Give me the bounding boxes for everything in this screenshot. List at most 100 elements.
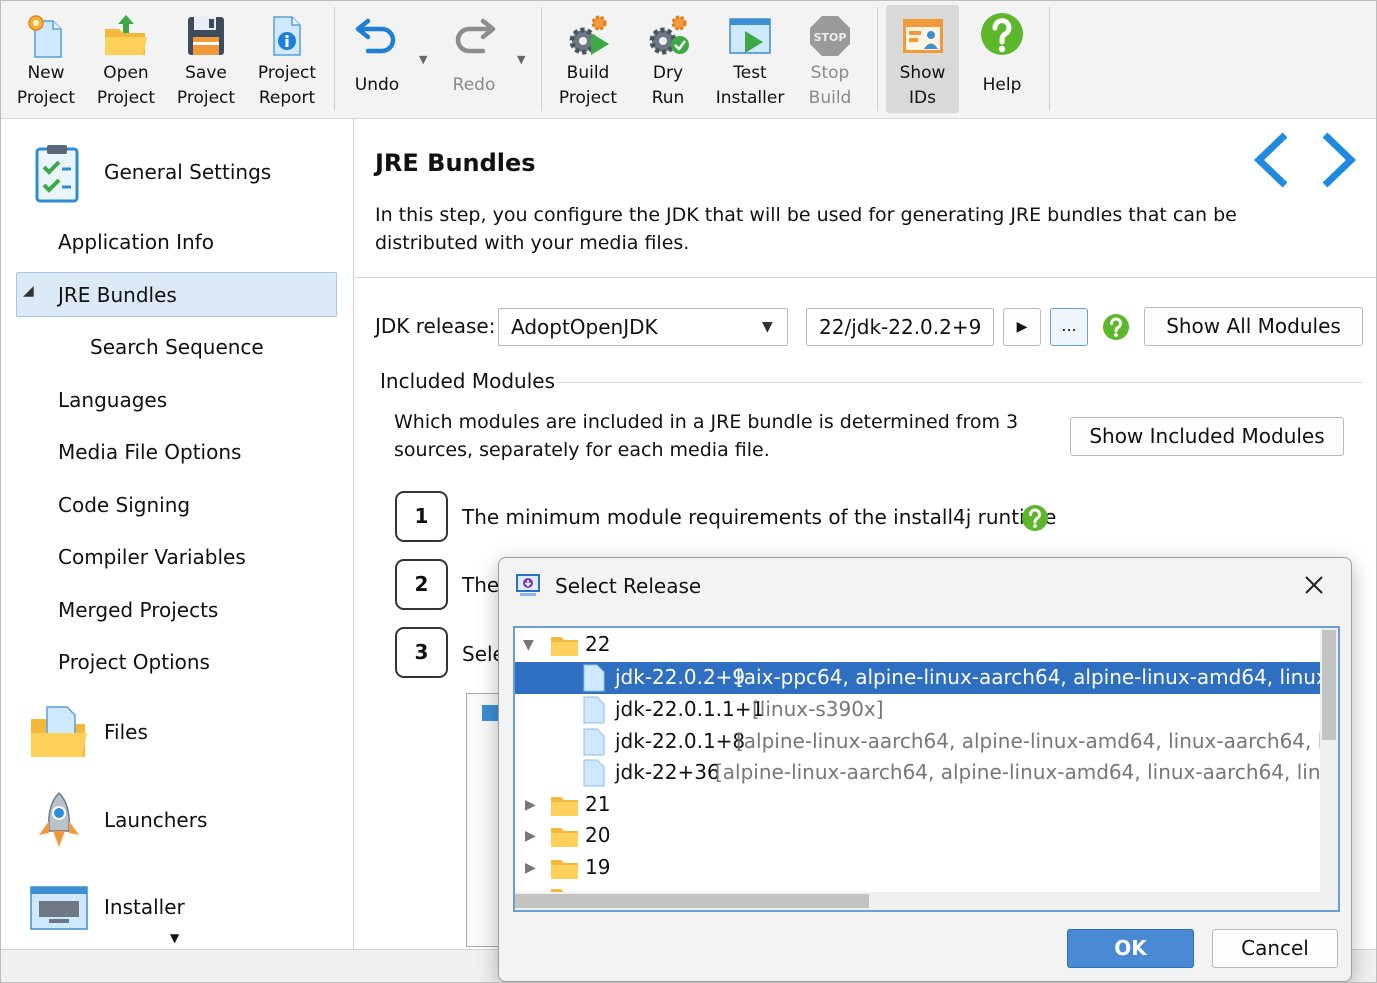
open-label-2: Project [96,88,156,108]
sidebar-item-code-signing[interactable]: Code Signing [58,493,190,517]
new-label-2: Project [16,88,76,108]
test-installer-button[interactable]: Test Installer [708,5,792,113]
report-label-1: Project [257,63,317,83]
save-project-button[interactable]: Save Project [166,5,246,113]
show-all-modules-button[interactable]: Show All Modules [1144,307,1363,346]
open-project-button[interactable]: Open Project [86,5,166,113]
help-icon [981,13,1023,55]
release-row-selected[interactable]: jdk-22.0.2+9 [aix-ppc64, alpine-linux-aa… [515,662,1338,694]
new-project-button[interactable]: New Project [6,5,86,113]
test-label-1: Test [733,63,767,83]
collapsed-triangle-icon[interactable]: ▶ [525,821,536,852]
folder-icon [551,797,578,816]
release-name: jdk-22+36 [615,760,720,784]
test-label-2: Installer [715,88,785,108]
release-row[interactable]: jdk-22.0.1.1+1 [linux-s390x] [515,694,1320,726]
vertical-scrollbar-thumb[interactable] [1322,630,1336,740]
sidebar-item-jre-bundles[interactable]: JRE Bundles [58,283,177,307]
cancel-button[interactable]: Cancel [1212,929,1338,968]
sidebar-item-merged-projects[interactable]: Merged Projects [58,598,218,622]
sidebar-item-application-info[interactable]: Application Info [58,230,214,254]
sidebar-launchers[interactable]: Launchers [104,808,207,832]
undo-button[interactable]: Undo [339,5,415,113]
ok-button[interactable]: OK [1067,929,1194,968]
sidebar-item-compiler-variables[interactable]: Compiler Variables [58,545,246,569]
scroll-down-arrow-icon[interactable]: ▼ [170,931,179,945]
tree-folder-22[interactable]: ▼ 22 [515,629,1320,661]
help-button[interactable]: Help [964,5,1040,113]
forward-arrow-icon[interactable] [1319,131,1359,189]
help-icon[interactable] [1102,313,1130,341]
build-project-button[interactable]: Build Project [548,5,628,113]
step-2-text: The [462,573,500,597]
folder-icon [551,860,578,879]
page-title: JRE Bundles [375,149,536,177]
vertical-scrollbar[interactable] [1320,628,1338,892]
stop-build-button[interactable]: STOP Stop Build [792,5,868,113]
sidebar-item-media-file-options[interactable]: Media File Options [58,440,241,464]
show-ids-button[interactable]: Show IDs [886,5,959,113]
description-line-1: In this step, you configure the JDK that… [375,204,1237,226]
collapse-triangle-icon[interactable]: ◢ [23,283,34,299]
step-1-text: The minimum module requirements of the i… [462,505,1057,529]
browse-button[interactable]: ... [1050,308,1088,346]
dry-run-button[interactable]: Dry Run [628,5,708,113]
new-project-icon [28,15,62,58]
release-file-icon [583,696,605,724]
show-ids-icon [902,19,943,53]
sidebar-item-search-sequence[interactable]: Search Sequence [90,335,264,359]
horizontal-scrollbar-thumb[interactable] [515,894,869,908]
sidebar-general-settings[interactable]: General Settings [104,160,271,184]
help-icon[interactable] [1021,504,1049,532]
release-row[interactable]: jdk-22.0.1+8 [alpine-linux-aarch64, alpi… [515,726,1338,758]
toolbar-separator [334,7,335,111]
play-arrow-button[interactable]: ▶ [1003,308,1041,346]
step-1-badge: 1 [395,491,448,542]
jdk-provider-dropdown[interactable]: AdoptOpenJDK ▼ [498,308,788,346]
release-tree[interactable]: ▼ 22 jdk-22.0.2+9 [aix-ppc64, alpine-lin… [513,626,1340,912]
included-modules-heading: Included Modules [380,369,555,393]
tree-folder-21[interactable]: ▶ 21 [515,789,1320,821]
dialog-title: Select Release [555,574,702,598]
step-3-badge: 3 [395,627,448,678]
jdk-version-field[interactable]: 22/jdk-22.0.2+9 [806,308,994,346]
jdk-release-label: JDK release: [375,314,496,338]
open-folder-icon [105,15,147,55]
sidebar-item-languages[interactable]: Languages [58,388,167,412]
close-icon[interactable] [1304,575,1324,595]
tree-folder-20[interactable]: ▶ 20 [515,820,1320,852]
sidebar-item-project-options[interactable]: Project Options [58,650,210,674]
launchers-rocket-icon [39,791,79,847]
collapsed-triangle-icon[interactable]: ▶ [525,790,536,821]
back-arrow-icon[interactable] [1251,131,1291,189]
modules-description-2: sources, separately for each media file. [394,439,770,461]
release-row[interactable]: jdk-22+36 [alpine-linux-aarch64, alpine-… [515,757,1338,789]
toolbar-separator [541,7,542,111]
toolbar-separator [877,7,878,111]
tree-folder-19[interactable]: ▶ 19 [515,852,1320,884]
stop-label-2: Build [808,88,852,108]
sidebar-installer[interactable]: Installer [104,895,185,919]
release-file-icon [583,664,605,692]
show-included-modules-button[interactable]: Show Included Modules [1070,417,1344,456]
sidebar: General Settings Application Info ◢ JRE … [1,119,354,949]
open-label-1: Open [103,63,149,83]
undo-dropdown-arrow[interactable]: ▼ [419,53,427,66]
sidebar-files[interactable]: Files [104,720,148,744]
svg-text:STOP: STOP [814,31,847,44]
dry-run-label-1: Dry [652,63,684,83]
horizontal-scrollbar[interactable] [515,892,1338,910]
modules-description-1: Which modules are included in a JRE bund… [394,411,1019,433]
expanded-triangle-icon[interactable]: ▼ [523,630,534,661]
redo-button[interactable]: Redo [436,5,512,113]
redo-icon [455,18,496,54]
release-file-icon [583,759,605,787]
project-report-button[interactable]: Project Report [246,5,328,113]
folder-icon [551,828,578,847]
jdk-provider-value: AdoptOpenJDK [511,315,658,339]
release-name: jdk-22.0.1+8 [615,729,746,753]
download-window-icon [516,574,540,596]
step-2-badge: 2 [395,559,448,610]
collapsed-triangle-icon[interactable]: ▶ [525,853,536,884]
redo-dropdown-arrow[interactable]: ▼ [517,53,525,66]
